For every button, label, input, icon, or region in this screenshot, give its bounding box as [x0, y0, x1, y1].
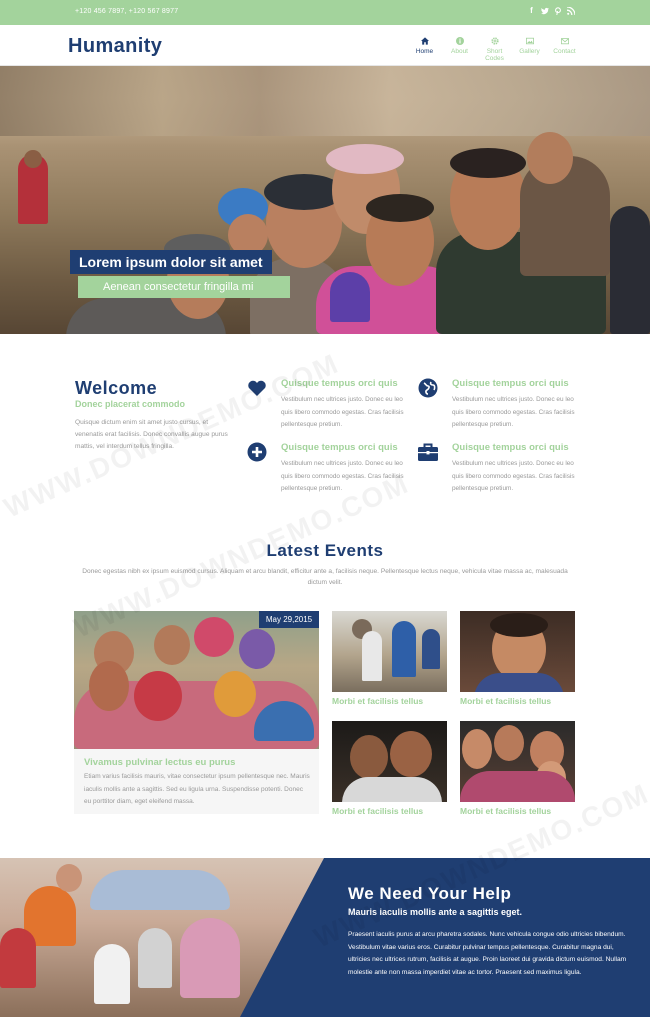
- twitter-icon[interactable]: [541, 7, 549, 15]
- feature-title: Quisque tempus orci quis: [281, 378, 398, 389]
- featured-event-text: Etiam varius facilisis mauris, vitae con…: [84, 773, 310, 805]
- hero-photo-shape: [450, 148, 526, 178]
- social-links: f: [528, 6, 576, 16]
- feature-text: Vestibulum nec ultrices justo. Donec eu …: [452, 396, 575, 428]
- event-thumb-1[interactable]: [332, 611, 447, 692]
- nav-about[interactable]: About: [442, 37, 477, 62]
- help-title: We Need Your Help: [348, 884, 512, 903]
- hero-banner: Lorem ipsum dolor sit amet Aenean consec…: [0, 66, 650, 334]
- feature-title: Quisque tempus orci quis: [281, 442, 398, 453]
- feature-text: Vestibulum nec ultrices justo. Donec eu …: [281, 460, 404, 492]
- home-icon: [420, 37, 429, 45]
- rss-icon[interactable]: [566, 6, 576, 16]
- help-text: Praesent iaculis purus at arcu pharetra …: [348, 931, 627, 976]
- event-thumb-label[interactable]: Morbi et facilisis tellus: [332, 696, 423, 706]
- event-photo-shape: [362, 631, 382, 681]
- hero-subtitle: Aenean consectetur fringilla mi: [78, 276, 290, 298]
- event-date-badge: May 29,2015: [259, 611, 319, 628]
- event-photo-shape: [390, 731, 432, 777]
- hero-photo-shape: [366, 194, 434, 222]
- gear-icon: [490, 37, 499, 45]
- event-photo-shape: [494, 725, 524, 761]
- event-photo-shape: [342, 777, 442, 802]
- featured-event-title[interactable]: Vivamus pulvinar lectus eu purus: [84, 757, 235, 768]
- nav-home-label: Home: [415, 48, 434, 55]
- event-photo-shape: [154, 625, 190, 665]
- featured-event-card[interactable]: May 29,2015 Vivamus pulvinar lectus eu p…: [74, 611, 319, 814]
- event-thumb-3[interactable]: [332, 721, 447, 802]
- feature-text: Vestibulum nec ultrices justo. Donec eu …: [281, 396, 404, 428]
- event-thumb-label[interactable]: Morbi et facilisis tellus: [460, 696, 551, 706]
- image-icon: [525, 37, 534, 45]
- event-thumb-4[interactable]: [460, 721, 575, 802]
- event-photo-shape: [194, 617, 234, 657]
- hero-background: [0, 66, 650, 136]
- event-photo-shape: [239, 629, 275, 669]
- event-thumb-label[interactable]: Morbi et facilisis tellus: [332, 806, 423, 816]
- nav-home[interactable]: Home: [407, 37, 442, 62]
- info-icon: [455, 37, 464, 45]
- event-photo-shape: [490, 613, 548, 637]
- welcome-subtitle: Donec placerat commodo: [75, 399, 186, 409]
- event-photo-shape: [214, 671, 256, 717]
- event-thumb-2[interactable]: [460, 611, 575, 692]
- feature-title: Quisque tempus orci quis: [452, 442, 569, 453]
- help-photo-shape: [180, 918, 240, 998]
- event-photo-shape: [392, 621, 416, 677]
- event-photo-shape: [422, 629, 440, 669]
- pinterest-icon[interactable]: [554, 7, 561, 16]
- hero-photo-shape: [610, 206, 650, 334]
- event-photo-shape: [474, 673, 564, 692]
- hero-photo-shape: [326, 144, 404, 174]
- help-photo-shape: [0, 928, 36, 988]
- help-photo-shape: [90, 870, 230, 910]
- hero-photo-shape: [330, 272, 370, 322]
- hero-title: Lorem ipsum dolor sit amet: [70, 250, 272, 274]
- event-photo-shape: [462, 729, 492, 769]
- nav-gallery-label: Gallery: [519, 48, 540, 55]
- mail-icon: [560, 38, 569, 45]
- event-thumb-label[interactable]: Morbi et facilisis tellus: [460, 806, 551, 816]
- event-photo-shape: [89, 661, 129, 711]
- nav-about-label: About: [451, 48, 468, 55]
- help-subtitle: Mauris iaculis mollis ante a sagittis eg…: [348, 907, 523, 917]
- main-nav: Home About Short Codes Gallery Contact: [407, 37, 582, 62]
- help-photo-shape: [138, 928, 172, 988]
- nav-contact[interactable]: Contact: [547, 37, 582, 62]
- help-photo-shape: [56, 864, 82, 892]
- welcome-title: Welcome: [75, 378, 158, 398]
- facebook-icon[interactable]: f: [528, 7, 535, 15]
- top-bar: +120 456 7897, +120 567 8977 f: [0, 0, 650, 25]
- globe-icon: [418, 378, 438, 398]
- briefcase-icon: [418, 443, 438, 461]
- plus-circle-icon: [247, 442, 267, 462]
- nav-gallery[interactable]: Gallery: [512, 37, 547, 62]
- event-photo-shape: [134, 671, 182, 721]
- hero-photo-shape: [527, 132, 573, 184]
- nav-short-codes-label: Short Codes: [485, 48, 504, 62]
- events-title: Latest Events: [266, 541, 384, 560]
- site-logo[interactable]: Humanity: [68, 35, 162, 58]
- event-photo-shape: [460, 771, 575, 802]
- header: Humanity Home About Short Codes Gallery …: [0, 25, 650, 66]
- welcome-text: Quisque dictum enim sit amet justo cursu…: [75, 419, 228, 450]
- feature-title: Quisque tempus orci quis: [452, 378, 569, 389]
- nav-contact-label: Contact: [553, 48, 576, 55]
- help-photo-shape: [94, 944, 130, 1004]
- featured-event-image[interactable]: May 29,2015: [74, 611, 319, 749]
- phone-numbers: +120 456 7897, +120 567 8977: [75, 8, 179, 15]
- event-photo-shape: [350, 735, 388, 779]
- hero-photo-shape: [24, 150, 42, 168]
- events-description: Donec egestas nibh ex ipsum euismod curs…: [82, 568, 568, 586]
- heart-icon: [248, 380, 266, 396]
- nav-short-codes[interactable]: Short Codes: [477, 37, 512, 62]
- feature-text: Vestibulum nec ultrices justo. Donec eu …: [452, 460, 575, 492]
